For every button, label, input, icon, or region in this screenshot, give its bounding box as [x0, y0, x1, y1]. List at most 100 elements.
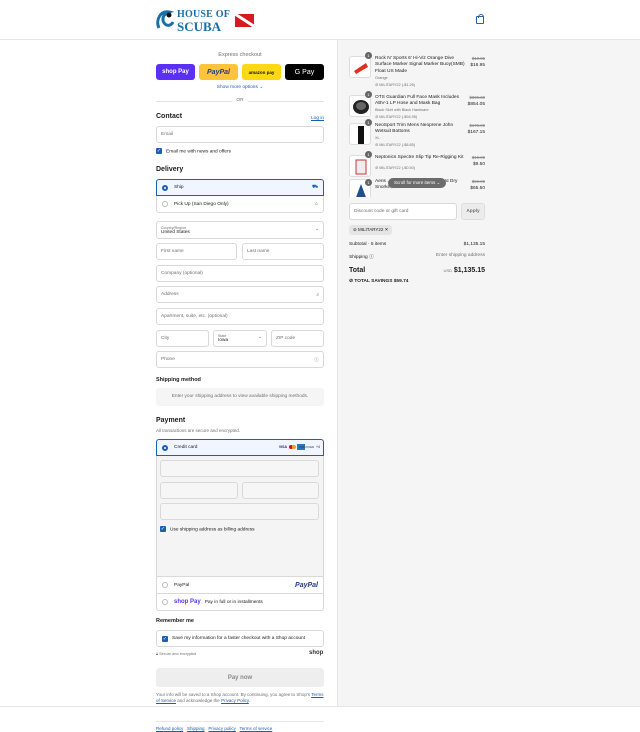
- footer-links: Refund policy Shipping Privacy policy Te…: [156, 726, 272, 731]
- item-price: $167.15: [467, 130, 485, 135]
- show-more-options-link[interactable]: Show more options ⌄: [156, 85, 324, 90]
- pay-now-button[interactable]: Pay now: [156, 668, 324, 687]
- total-savings-label: TOTAL SAVINGS: [354, 279, 393, 284]
- item-price: $9.50: [472, 162, 485, 167]
- scroll-hint-pill[interactable]: Scroll for more items ⌄: [388, 178, 447, 188]
- item-name: OTS Guardian Full Face Mask Includes ABV…: [375, 95, 459, 107]
- shipping-link[interactable]: Shipping: [187, 726, 205, 731]
- expiration-field[interactable]: [160, 482, 238, 499]
- remove-code-icon[interactable]: ✕: [385, 227, 389, 232]
- ship-radio[interactable]: [162, 184, 168, 191]
- terms-of-service-link[interactable]: Terms of service: [240, 726, 273, 731]
- state-select[interactable]: State Iowa ⌄: [213, 330, 267, 347]
- paypal-button[interactable]: PayPal: [199, 64, 238, 80]
- checkmark-icon: ✓: [160, 526, 166, 532]
- name-on-card-field[interactable]: [160, 503, 319, 520]
- refund-policy-link[interactable]: Refund policy: [156, 726, 183, 731]
- email-news-checkbox[interactable]: ✓ Email me with news and offers: [156, 148, 231, 154]
- pickup-option[interactable]: Pick Up (San Diego Only) ⌂: [156, 196, 324, 213]
- save-info-label: Save my information for a faster checkou…: [172, 636, 306, 641]
- address-field[interactable]: Address ⌕: [156, 286, 324, 303]
- installments-label: Pay in full or in installments: [204, 599, 263, 605]
- subtotal-value: $1,135.15: [463, 242, 485, 247]
- truck-icon: ⛟: [311, 184, 318, 190]
- discount-code-field[interactable]: Discount code or gift card: [349, 203, 457, 220]
- country-value: United States: [161, 229, 190, 235]
- help-icon[interactable]: ⓘ: [314, 356, 319, 363]
- footer-divider: [156, 721, 324, 722]
- tag-icon: ⊘: [375, 83, 379, 87]
- apartment-field[interactable]: Apartment, suite, etc. (optional): [156, 308, 324, 325]
- use-shipping-checkbox[interactable]: ✓ Use shipping address as billing address: [160, 526, 255, 532]
- mastercard-icon: [289, 445, 296, 450]
- discover-icon: DISCOVER: [299, 445, 314, 449]
- shop-pay-option[interactable]: shop Pay Pay in full or in installments: [156, 594, 324, 611]
- paypal-option[interactable]: PayPal PayPal: [156, 577, 324, 594]
- item-old-price: $10.00: [471, 155, 485, 160]
- item-variant: Black Skirt with Black Hardware: [375, 108, 429, 112]
- checkmark-icon: ✓: [156, 148, 162, 154]
- credit-card-option[interactable]: Credit card VISA DISCOVER +4: [156, 439, 324, 456]
- credit-card-radio[interactable]: [162, 444, 168, 451]
- shop-pay-radio[interactable]: [162, 599, 168, 605]
- google-pay-button[interactable]: G Pay: [285, 64, 324, 80]
- legal-text: Your info will be saved to a Shop accoun…: [156, 692, 324, 704]
- shipping-value: Enter shipping address: [435, 253, 485, 258]
- zip-field[interactable]: ZIP code: [271, 330, 324, 347]
- help-icon[interactable]: ⓘ: [369, 255, 374, 260]
- phone-field[interactable]: Phone ⓘ: [156, 351, 324, 368]
- item-price: $65.50: [470, 186, 485, 191]
- item-name: Rock N' Sports 6' Hi-Viz Orange Dive Sur…: [375, 56, 465, 74]
- secure-label: Secure and encrypted: [159, 652, 197, 656]
- paypal-radio[interactable]: [162, 582, 168, 588]
- item-price: $854.05: [467, 102, 485, 107]
- country-select[interactable]: Country/Region United States ⌄: [156, 221, 324, 239]
- legal-period: .: [248, 698, 251, 703]
- shop-pay-logo-icon: shop Pay: [174, 599, 201, 605]
- cart-bag-icon[interactable]: [476, 14, 484, 24]
- shipping-row: Shipping ⓘ: [349, 253, 374, 260]
- item-variant: XL: [375, 136, 380, 140]
- product-thumbnail: [349, 56, 371, 78]
- logo-line2: SCUBA: [177, 19, 222, 34]
- ship-option[interactable]: Ship ⛟: [156, 179, 324, 196]
- shop-pay-button[interactable]: shop Pay: [156, 64, 195, 80]
- city-field[interactable]: City: [156, 330, 209, 347]
- company-field[interactable]: Company (optional): [156, 265, 324, 282]
- save-info-checkbox[interactable]: ✓ Save my information for a faster checko…: [156, 630, 324, 647]
- item-discount: ⊘ MILITARY22 (-$1.26): [375, 82, 415, 87]
- item-price: $16.95: [470, 63, 485, 68]
- privacy-policy-link[interactable]: Privacy policy: [208, 726, 236, 731]
- last-name-field[interactable]: Last name: [242, 243, 324, 260]
- security-code-field[interactable]: [242, 482, 319, 499]
- phone-placeholder: Phone: [161, 357, 175, 362]
- rigging-kit-product-image: [355, 159, 367, 175]
- shop-logo: shop: [309, 650, 324, 656]
- email-field[interactable]: Email: [156, 126, 324, 143]
- express-checkout-label: Express checkout: [218, 52, 262, 58]
- pickup-radio[interactable]: [162, 201, 168, 207]
- card-number-field[interactable]: [160, 460, 319, 477]
- total-savings: ⊘ TOTAL SAVINGS $59.74: [349, 279, 408, 284]
- total-row: USD $1,135.15: [420, 267, 485, 274]
- item-name: NeoSport Trim Mens Neoprene John Wetsuit…: [375, 123, 454, 135]
- shipping-method-note: Enter your shipping address to view avai…: [156, 388, 324, 406]
- item-old-price: $176.00: [469, 123, 485, 128]
- item-variant: Orange: [375, 76, 388, 80]
- discount-code-tag: ⊘ MILITARY22 ✕: [349, 225, 393, 235]
- login-link[interactable]: Log in: [311, 116, 324, 121]
- shipping-label: Shipping: [349, 255, 368, 260]
- total-label: Total: [349, 267, 366, 274]
- product-thumbnail: [349, 95, 371, 117]
- first-name-field[interactable]: First name: [156, 243, 237, 260]
- secure-note: 🔒︎ Secure and encrypted: [156, 652, 196, 656]
- store-logo[interactable]: HOUSE OF SCUBA: [155, 7, 255, 34]
- privacy-link[interactable]: Privacy Policy: [221, 698, 249, 703]
- item-discount: ⊘ MILITARY22 (-$8.85): [375, 142, 415, 147]
- apply-button[interactable]: Apply: [461, 203, 485, 220]
- amazon-pay-button[interactable]: amazon pay: [242, 64, 281, 80]
- more-cards-count: +4: [316, 445, 320, 449]
- delivery-title: Delivery: [156, 166, 184, 173]
- product-thumbnail: [349, 123, 371, 145]
- store-icon: ⌂: [315, 201, 318, 207]
